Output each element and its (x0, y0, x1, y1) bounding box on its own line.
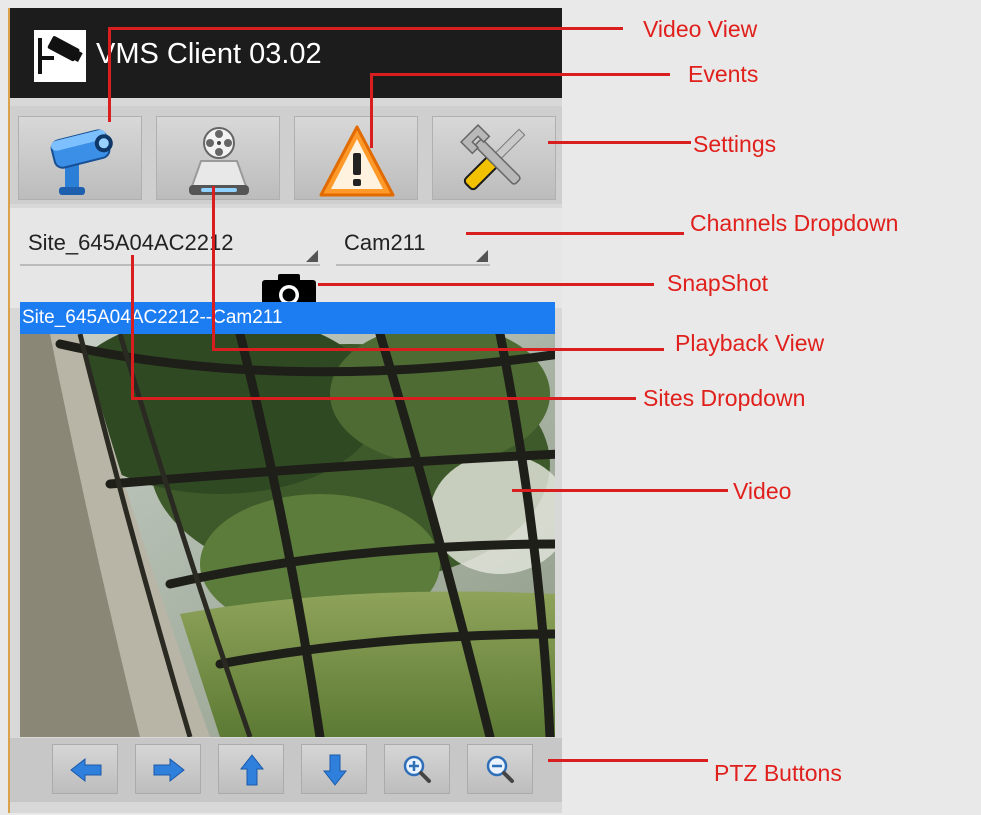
playback-view-callout-line (212, 186, 215, 351)
video-header: Site_645A04AC2212--Cam211 (20, 302, 555, 334)
snapshot-callout-line (318, 283, 654, 286)
ptz-bar (10, 738, 562, 802)
wrench-screwdriver-icon (459, 123, 526, 191)
sites-dropdown-annotation: Sites Dropdown (643, 385, 806, 411)
app-screen: VMS Client 03.02 Site_645A04AC2212 Cam21… (8, 8, 562, 813)
events-callout-line (370, 73, 670, 76)
channels-dropdown-value: Cam211 (344, 230, 426, 255)
film-reel-drive-icon (189, 127, 249, 195)
sites-dropdown[interactable]: Site_645A04AC2212 (20, 218, 320, 266)
video-frame (20, 334, 555, 737)
title-bar: VMS Client 03.02 (10, 8, 562, 98)
events-annotation: Events (688, 61, 759, 87)
channels-dropdown-annotation: Channels Dropdown (690, 210, 899, 236)
sites-dropdown-value: Site_645A04AC2212 (28, 230, 234, 255)
video-stream[interactable] (20, 334, 555, 737)
warning-triangle-icon (319, 125, 395, 197)
playback-view-annotation: Playback View (675, 330, 825, 356)
ptz-down-button[interactable] (301, 744, 367, 794)
main-toolbar (10, 106, 562, 204)
ptz-up-button[interactable] (218, 744, 284, 794)
ptz-zoom-out-button[interactable] (467, 744, 533, 794)
settings-callout-line (548, 141, 691, 144)
channels-dropdown[interactable]: Cam211 (336, 218, 490, 266)
arrow-down-icon (322, 754, 348, 786)
ptz-right-button[interactable] (135, 744, 201, 794)
video-view-button[interactable] (18, 116, 142, 200)
zoom-out-icon (486, 755, 514, 783)
channels-dropdown-callout-line (466, 232, 684, 235)
events-button[interactable] (294, 116, 418, 200)
page: VMS Client 03.02 Site_645A04AC2212 Cam21… (0, 0, 981, 815)
video-header-label: Site_645A04AC2212--Cam211 (22, 307, 283, 328)
sites-dropdown-callout-line (131, 397, 636, 400)
dropdown-corner-icon (476, 250, 488, 262)
video-view-annotation: Video View (643, 16, 758, 42)
video-annotation: Video (733, 478, 792, 504)
dropdown-corner-icon (306, 250, 318, 262)
arrow-up-icon (239, 754, 265, 786)
events-callout-line (370, 73, 373, 148)
ptz-buttons-annotation: PTZ Buttons (714, 760, 842, 786)
cctv-camera-icon (34, 30, 86, 82)
ptz-buttons-callout-line (548, 759, 708, 762)
app-title: VMS Client 03.02 (96, 38, 322, 70)
playback-view-button[interactable] (156, 116, 280, 200)
arrow-left-icon (70, 757, 102, 783)
video-view-callout-line (108, 27, 111, 122)
video-callout-line (512, 489, 728, 492)
zoom-in-icon (403, 755, 431, 783)
sites-dropdown-callout-line (131, 255, 134, 400)
playback-view-callout-line (212, 348, 664, 351)
video-view-callout-line (108, 27, 623, 30)
ptz-left-button[interactable] (52, 744, 118, 794)
settings-annotation: Settings (693, 131, 777, 157)
selector-row: Site_645A04AC2212 Cam211 (10, 208, 562, 268)
arrow-right-icon (153, 757, 185, 783)
settings-button[interactable] (432, 116, 556, 200)
security-camera-icon (50, 129, 113, 195)
ptz-zoom-in-button[interactable] (384, 744, 450, 794)
snapshot-annotation: SnapShot (667, 270, 769, 296)
